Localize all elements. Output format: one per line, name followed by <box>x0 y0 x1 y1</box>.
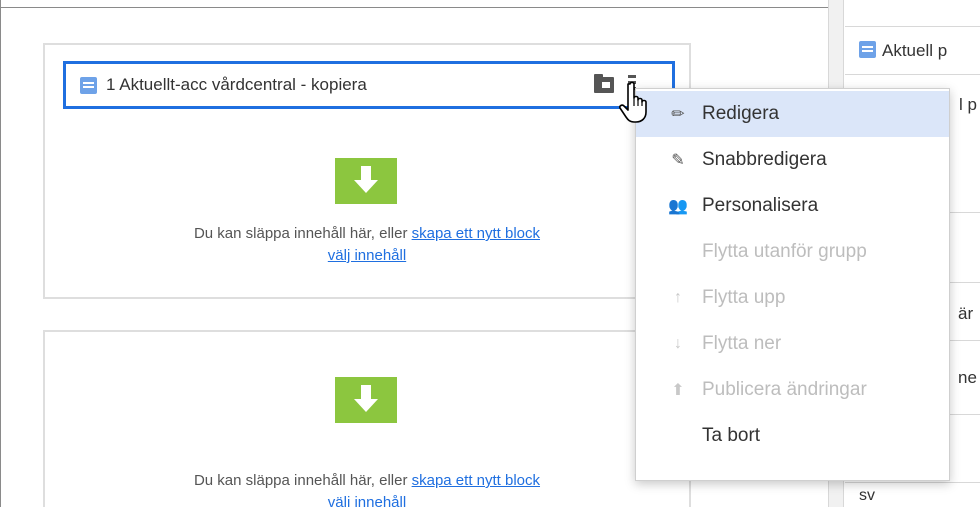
create-block-link[interactable]: skapa ett nytt block <box>412 472 540 489</box>
folder-icon[interactable] <box>594 74 614 93</box>
pencil-icon: ✏ <box>671 106 685 123</box>
right-panel-row-5-label: ne <box>958 368 977 387</box>
hand-cursor-icon <box>619 81 647 123</box>
right-panel-row-7: sv <box>845 483 980 507</box>
quick-edit-icon: ✎ <box>671 152 685 169</box>
menu-item-label: Redigera <box>702 103 780 124</box>
right-panel-row-1-label: Aktuell p <box>882 41 948 60</box>
menu-item-label: Publicera ändringar <box>702 379 867 400</box>
block-icon <box>80 76 97 94</box>
drop-zone-prefix: Du kan släppa innehåll här, eller <box>193 472 412 489</box>
create-block-link[interactable]: skapa ett nytt block <box>412 225 540 242</box>
drop-zone-prefix: Du kan släppa innehåll här, eller <box>193 225 412 242</box>
publish-icon: ⬆ <box>671 382 685 399</box>
menu-item-redigera[interactable]: ✏ Redigera <box>636 91 949 137</box>
menu-item-snabbredigera[interactable]: ✎ Snabbredigera <box>636 137 949 183</box>
menu-item-label: Personalisera <box>702 195 819 216</box>
menu-item-flytta-ner: ↓ Flytta ner <box>636 321 949 367</box>
right-panel-row-7-label: sv <box>859 487 875 504</box>
block-title: 1 Aktuellt-acc vårdcentral - kopiera <box>106 75 367 94</box>
top-divider <box>1 0 829 8</box>
menu-item-label: Ta bort <box>702 425 761 446</box>
menu-item-flytta-upp: ↑ Flytta upp <box>636 275 949 321</box>
menu-item-label: Snabbredigera <box>702 149 827 170</box>
menu-item-label: Flytta ner <box>702 333 782 354</box>
select-content-link[interactable]: välj innehåll <box>328 494 406 507</box>
drop-zone-text: Du kan släppa innehåll här, eller skapa … <box>45 223 689 267</box>
content-block-item[interactable]: 1 Aktuellt-acc vårdcentral - kopiera <box>63 61 675 109</box>
menu-item-label: Flytta upp <box>702 287 786 308</box>
arrow-down-icon: ↓ <box>674 335 682 352</box>
drop-arrow-icon <box>335 377 397 423</box>
menu-item-flytta-utanfor-grupp: Flytta utanför grupp <box>636 229 949 275</box>
right-panel-row-4-label: är <box>958 304 974 323</box>
content-area-2: Du kan släppa innehåll här, eller skapa … <box>43 330 691 507</box>
menu-item-publicera-andringar: ⬆ Publicera ändringar <box>636 367 949 413</box>
users-icon: 👥 <box>668 198 688 215</box>
drop-zone-text: Du kan släppa innehåll här, eller skapa … <box>45 470 689 507</box>
select-content-link[interactable]: välj innehåll <box>328 247 406 264</box>
arrow-up-icon: ↑ <box>674 289 682 306</box>
menu-item-ta-bort[interactable]: Ta bort <box>636 413 949 459</box>
menu-item-label: Flytta utanför grupp <box>702 241 867 262</box>
content-area-1: 1 Aktuellt-acc vårdcentral - kopiera Du … <box>43 43 691 299</box>
right-panel-top-row <box>845 0 980 27</box>
right-panel-row-1[interactable]: Aktuell p <box>845 27 980 75</box>
context-menu: ✏ Redigera ✎ Snabbredigera 👥 Personalise… <box>635 88 950 481</box>
drop-arrow-icon <box>335 158 397 204</box>
right-panel-row-2-label: l p <box>959 95 977 114</box>
menu-item-personalisera[interactable]: 👥 Personalisera <box>636 183 949 229</box>
block-icon <box>859 41 876 58</box>
